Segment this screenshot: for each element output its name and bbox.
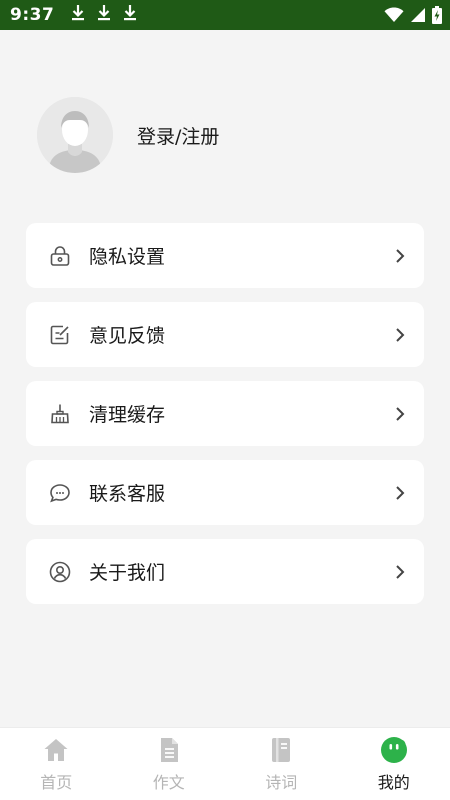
menu-item-label: 联系客服 [89,483,166,505]
download-icon [70,4,86,26]
status-indicators [384,6,442,24]
mascot-face-icon [380,736,408,764]
broom-icon [48,402,72,426]
document-icon [155,736,183,764]
book-icon [267,736,295,764]
menu-item-feedback[interactable]: 意见反馈 [26,302,424,367]
nav-tab-label: 我的 [377,773,410,792]
menu-item-about-us[interactable]: 关于我们 [26,539,424,604]
chevron-right-icon [392,327,408,343]
home-icon [42,736,70,764]
nav-tab-label: 诗词 [265,773,298,792]
nav-tab-essay[interactable]: 作文 [113,728,226,800]
chevron-right-icon [392,248,408,264]
menu-item-privacy-settings[interactable]: 隐私设置 [26,223,424,288]
wifi-icon [384,7,404,23]
nav-tab-poetry[interactable]: 诗词 [225,728,338,800]
download-icon [96,4,112,26]
menu-item-label: 意见反馈 [89,325,166,347]
nav-tab-label: 首页 [40,773,73,792]
login-register-link[interactable]: 登录/注册 [137,122,219,149]
chevron-right-icon [392,406,408,422]
status-bar: 9:37 [0,0,450,30]
menu-item-label: 关于我们 [89,562,166,584]
lock-icon [48,244,72,268]
signal-icon [410,7,426,23]
battery-charging-icon [432,6,442,24]
nav-tab-home[interactable]: 首页 [0,728,113,800]
feedback-edit-icon [48,323,72,347]
chat-bubble-icon [48,481,72,505]
bottom-navigation: 首页 作文 诗词 我的 [0,727,450,800]
settings-menu: 隐私设置 意见反馈 清理缓存 联系客服 关于我们 [26,223,424,618]
status-time: 9:37 [10,5,55,25]
menu-item-label: 隐私设置 [89,246,166,268]
default-avatar-icon [37,97,113,173]
nav-tab-mine[interactable]: 我的 [338,728,450,800]
menu-item-label: 清理缓存 [89,404,166,426]
download-icon [122,4,138,26]
nav-tab-label: 作文 [152,773,185,792]
profile-header[interactable]: 登录/注册 [37,97,219,173]
menu-item-clear-cache[interactable]: 清理缓存 [26,381,424,446]
download-notifications [70,4,138,26]
user-circle-icon [48,560,72,584]
menu-item-customer-service[interactable]: 联系客服 [26,460,424,525]
chevron-right-icon [392,485,408,501]
chevron-right-icon [392,564,408,580]
avatar[interactable] [37,97,113,173]
